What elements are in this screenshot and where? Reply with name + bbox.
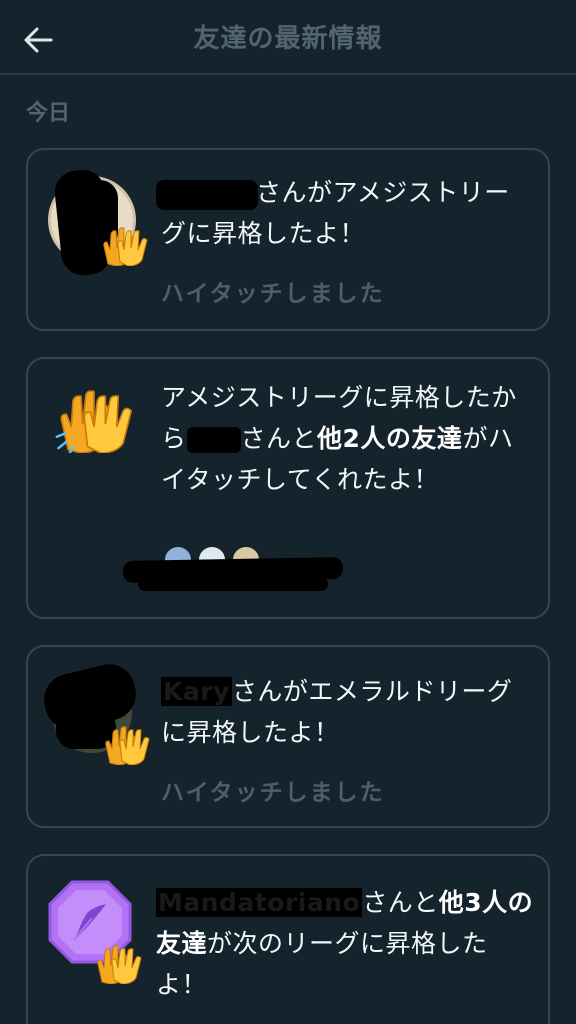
feed-message: アメジストリーグに昇格したから さんと他2人の友達がハイタッチしてくれたよ！ [161, 377, 531, 500]
feed-card: Mandatorianoさんと他3人の友達が次のリーグに昇格したよ！ [26, 854, 550, 1024]
friend-name: Mandatoriano [156, 888, 363, 917]
friend-name: Kary [161, 677, 232, 706]
section-label-today: 今日 [26, 101, 71, 126]
clapping-hands-icon [103, 227, 148, 266]
feed-card: さんがアメジストリーグに昇格したよ！ ハイタッチしました [26, 148, 550, 331]
feed-message-middle: さんと [362, 888, 439, 917]
feed-card: Karyさんがエメラルドリーグに昇格したよ！ ハイタッチしました [26, 645, 550, 828]
high-five-status: ハイタッチしました [161, 780, 385, 806]
feed-card: アメジストリーグに昇格したから さんと他2人の友達がハイタッチしてくれたよ！ [26, 357, 550, 619]
clapping-hands-icon [97, 945, 142, 984]
clapping-hands-icon [105, 726, 150, 765]
feed-message: さんがアメジストリーグに昇格したよ！ [161, 172, 531, 254]
app-header: 友達の最新情報 [0, 0, 576, 75]
feed-message-middle: さんと [240, 424, 318, 453]
feed-message: Karyさんがエメラルドリーグに昇格したよ！ [161, 671, 531, 753]
others-count: 他2人の友達 [317, 424, 463, 453]
feed-message: Mandatorianoさんと他3人の友達が次のリーグに昇格したよ！ [156, 882, 536, 1005]
page-title: 友達の最新情報 [193, 24, 383, 54]
feed-message-text: さんがアメジストリーグに昇格したよ！ [161, 178, 510, 248]
high-five-status: ハイタッチしました [161, 281, 385, 307]
clapping-hands-icon [55, 390, 133, 453]
